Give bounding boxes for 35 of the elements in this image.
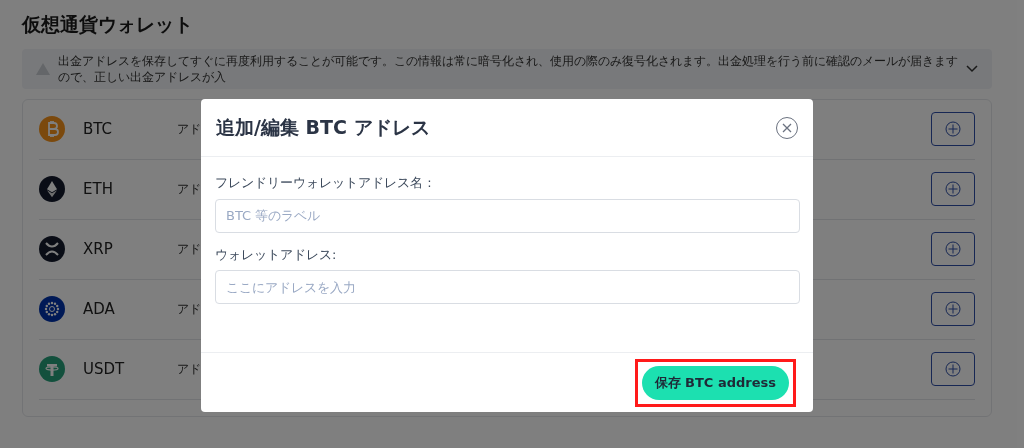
coin-symbol: XRP: [83, 238, 114, 260]
field-label: ウォレットアドレス:: [215, 245, 338, 264]
add-button[interactable]: [931, 292, 975, 326]
save-button[interactable]: 保存 BTC address: [641, 365, 789, 400]
close-icon: [782, 122, 792, 133]
coin-symbol: ADA: [83, 298, 116, 320]
plus-circle-icon: [945, 361, 961, 377]
plus-circle-icon: [945, 181, 961, 197]
coin-symbol: BTC: [83, 118, 114, 140]
add-button[interactable]: [931, 352, 975, 386]
text-field[interactable]: ここにアドレスを入力: [215, 270, 800, 304]
text-field[interactable]: BTC 等のラベル: [215, 198, 800, 233]
x-mark-icon: [39, 236, 65, 262]
add-button[interactable]: [931, 112, 975, 146]
address-text: アド: [177, 181, 201, 198]
address-text: アド: [177, 241, 201, 258]
plus-circle-icon: [945, 241, 961, 257]
plus-circle-icon: [945, 301, 961, 317]
ethereum-icon: [39, 176, 65, 202]
dialog-title: 追加/編集 BTC アドレス: [216, 115, 430, 141]
dotted-ring-icon: [39, 296, 65, 322]
add-button[interactable]: [931, 232, 975, 266]
coin-symbol: ETH: [83, 178, 114, 200]
field-label: フレンドリーウォレットアドレス名 :: [215, 174, 433, 192]
page-title: 仮想通貨ウォレット: [22, 12, 194, 37]
address-text: アド: [177, 301, 201, 318]
coin-symbol: USDT: [83, 358, 126, 380]
notice-text: 出金アドレスを保存してすぐに再度利用することが可能です。この情報は常に暗号化され、使用の際のみ復号化されます。出金処理を行う前に確認のメールが届きますので、正しい出金アドレスが入: [58, 52, 958, 85]
plus-circle-icon: [945, 121, 961, 137]
bitcoin-icon: [39, 116, 65, 142]
address-text: アド: [177, 121, 201, 138]
tether-icon: [39, 356, 65, 382]
chevron-down-icon[interactable]: [966, 64, 978, 73]
address-text: アド: [177, 361, 201, 378]
add-button[interactable]: [931, 172, 975, 206]
